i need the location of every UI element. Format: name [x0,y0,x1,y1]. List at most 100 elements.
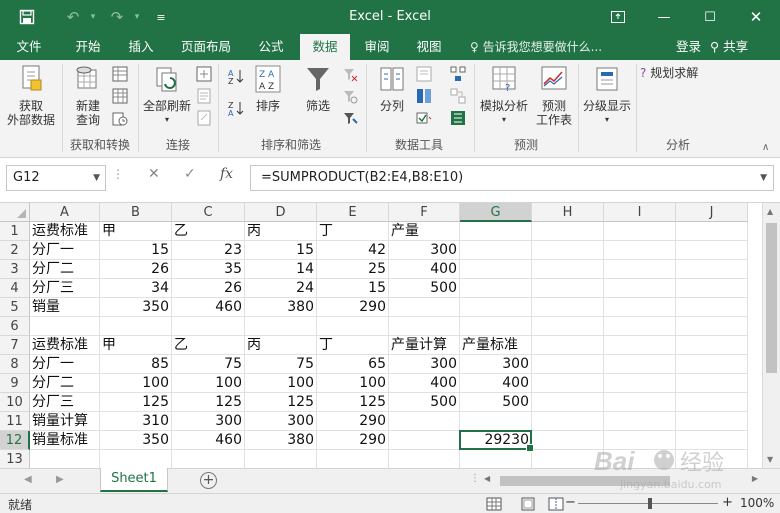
row-header-8[interactable]: 8 [0,355,30,374]
cell-i1[interactable] [604,222,676,241]
cell-f6[interactable] [389,317,460,336]
add-sheet-icon[interactable]: + [200,472,217,489]
cell-a4[interactable]: 分厂三 [30,279,100,298]
cell-h1[interactable] [532,222,604,241]
cell-f8[interactable]: 300 [389,355,460,374]
cell-c12[interactable]: 460 [172,431,245,450]
cell-e2[interactable]: 42 [317,241,389,260]
row-header-6[interactable]: 6 [0,317,30,336]
cell-i6[interactable] [604,317,676,336]
tab-page-layout[interactable]: 页面布局 [170,34,242,60]
cell-b11[interactable]: 310 [100,412,172,431]
cell-i7[interactable] [604,336,676,355]
cell-c9[interactable]: 100 [172,374,245,393]
cell-i9[interactable] [604,374,676,393]
cell-d12[interactable]: 380 [245,431,317,450]
cell-h8[interactable] [532,355,604,374]
ribbon-display-options-icon[interactable] [600,0,636,34]
properties-icon[interactable] [196,88,212,104]
cell-i3[interactable] [604,260,676,279]
column-header-d[interactable]: D [245,203,317,222]
cell-g6[interactable] [460,317,532,336]
cell-i5[interactable] [604,298,676,317]
cell-c3[interactable]: 35 [172,260,245,279]
cell-c4[interactable]: 26 [172,279,245,298]
cell-b13[interactable] [100,450,172,468]
collapse-ribbon-icon[interactable]: ∧ [762,142,769,153]
row-header-7[interactable]: 7 [0,336,30,355]
cell-i2[interactable] [604,241,676,260]
cell-a13[interactable] [30,450,100,468]
cell-j7[interactable] [676,336,748,355]
cell-h7[interactable] [532,336,604,355]
cell-c13[interactable] [172,450,245,468]
cell-f4[interactable]: 500 [389,279,460,298]
cell-e1[interactable]: 丁 [317,222,389,241]
cell-j1[interactable] [676,222,748,241]
cell-i10[interactable] [604,393,676,412]
tab-file[interactable]: 文件 [6,34,52,60]
cell-e13[interactable] [317,450,389,468]
cell-a2[interactable]: 分厂一 [30,241,100,260]
cell-f5[interactable] [389,298,460,317]
sort-button[interactable]: Z A A Z 排序 [248,64,288,113]
filter-button[interactable]: 筛选 [298,64,338,113]
cell-e4[interactable]: 15 [317,279,389,298]
cell-j8[interactable] [676,355,748,374]
cell-c10[interactable]: 125 [172,393,245,412]
cell-a12[interactable]: 销量标准 [30,431,100,450]
cell-b6[interactable] [100,317,172,336]
cell-e8[interactable]: 65 [317,355,389,374]
cell-i8[interactable] [604,355,676,374]
cell-j10[interactable] [676,393,748,412]
get-external-data-button[interactable]: 获取 外部数据 [2,64,60,127]
cell-c8[interactable]: 75 [172,355,245,374]
cell-b7[interactable]: 甲 [100,336,172,355]
scroll-left-icon[interactable]: ◀ [484,474,490,483]
what-if-analysis-button[interactable]: ? 模拟分析 ▾ [476,64,532,127]
cell-d5[interactable]: 380 [245,298,317,317]
cell-g1[interactable] [460,222,532,241]
solver-button[interactable]: ? 规划求解 [640,66,720,80]
tab-home[interactable]: 开始 [62,34,114,60]
cell-d3[interactable]: 14 [245,260,317,279]
cell-d10[interactable]: 125 [245,393,317,412]
select-all-button[interactable] [0,203,30,222]
cell-j11[interactable] [676,412,748,431]
cell-d1[interactable]: 丙 [245,222,317,241]
cell-g10[interactable]: 500 [460,393,532,412]
cell-b1[interactable]: 甲 [100,222,172,241]
cell-e11[interactable]: 290 [317,412,389,431]
zoom-slider-knob[interactable] [648,498,652,509]
cell-a11[interactable]: 销量计算 [30,412,100,431]
cell-f1[interactable]: 产量 [389,222,460,241]
column-header-c[interactable]: C [172,203,245,222]
clear-filter-icon[interactable] [342,66,358,82]
cell-d6[interactable] [245,317,317,336]
cell-j4[interactable] [676,279,748,298]
outline-button[interactable]: 分级显示 ▾ [580,64,634,127]
cell-i4[interactable] [604,279,676,298]
row-header-9[interactable]: 9 [0,374,30,393]
row-header-5[interactable]: 5 [0,298,30,317]
flash-fill-icon[interactable] [416,66,432,82]
page-layout-view-icon[interactable] [518,496,538,512]
cell-a10[interactable]: 分厂三 [30,393,100,412]
cell-c11[interactable]: 300 [172,412,245,431]
formula-input[interactable]: =SUMPRODUCT(B2:E4,B8:E10) ▼ [250,165,774,191]
row-header-10[interactable]: 10 [0,393,30,412]
data-validation-icon[interactable] [416,110,432,126]
tab-review[interactable]: 审阅 [352,34,402,60]
cell-h5[interactable] [532,298,604,317]
column-header-b[interactable]: B [100,203,172,222]
show-queries-icon[interactable] [112,66,128,82]
cell-h10[interactable] [532,393,604,412]
cell-g2[interactable] [460,241,532,260]
cell-g5[interactable] [460,298,532,317]
cell-g13[interactable] [460,450,532,468]
page-break-view-icon[interactable] [546,496,566,512]
cell-h4[interactable] [532,279,604,298]
cell-g4[interactable] [460,279,532,298]
normal-view-icon[interactable] [484,496,504,512]
cell-g12[interactable]: 29230 [460,431,532,450]
